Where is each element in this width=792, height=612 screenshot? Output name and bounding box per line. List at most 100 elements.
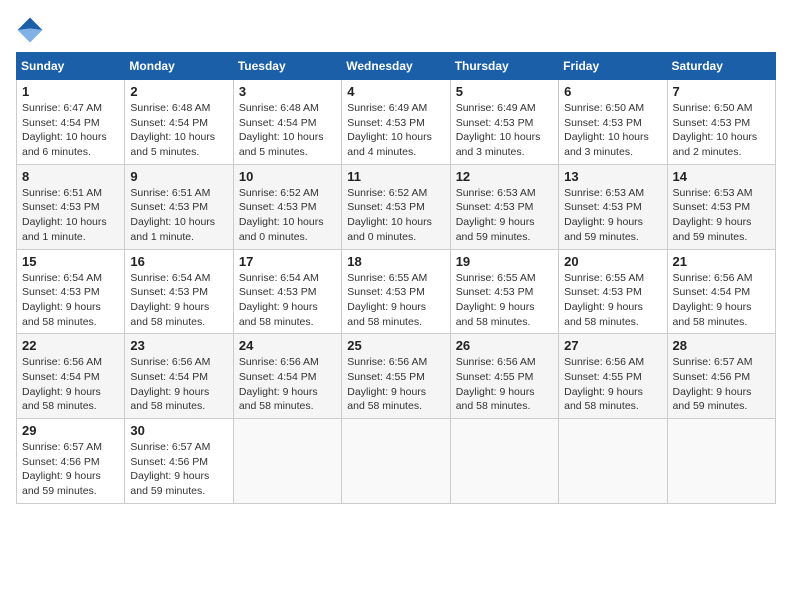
day-info: Sunrise: 6:57 AM Sunset: 4:56 PM Dayligh… <box>130 440 227 499</box>
day-number: 18 <box>347 254 444 269</box>
day-number: 27 <box>564 338 661 353</box>
calendar-cell: 25 Sunrise: 6:56 AM Sunset: 4:55 PM Dayli… <box>342 334 450 419</box>
calendar-cell: 14 Sunrise: 6:53 AM Sunset: 4:53 PM Dayli… <box>667 164 775 249</box>
calendar-cell: 1 Sunrise: 6:47 AM Sunset: 4:54 PM Daylig… <box>17 80 125 165</box>
calendar-cell: 15Sunrise: 6:54 AM Sunset: 4:53 PM Dayli… <box>17 249 125 334</box>
day-info: Sunrise: 6:54 AM Sunset: 4:53 PM Dayligh… <box>239 271 336 330</box>
logo-icon <box>16 16 44 44</box>
day-number: 13 <box>564 169 661 184</box>
day-info: Sunrise: 6:56 AM Sunset: 4:55 PM Dayligh… <box>564 355 661 414</box>
calendar-cell: 30 Sunrise: 6:57 AM Sunset: 4:56 PM Dayli… <box>125 419 233 504</box>
calendar-cell <box>667 419 775 504</box>
calendar-cell: 6 Sunrise: 6:50 AM Sunset: 4:53 PM Daylig… <box>559 80 667 165</box>
day-number: 29 <box>22 423 119 438</box>
day-info: Sunrise: 6:54 AM Sunset: 4:53 PM Dayligh… <box>130 271 227 330</box>
week-row-4: 22 Sunrise: 6:56 AM Sunset: 4:54 PM Dayli… <box>17 334 776 419</box>
day-info: Sunrise: 6:56 AM Sunset: 4:55 PM Dayligh… <box>456 355 553 414</box>
day-number: 11 <box>347 169 444 184</box>
week-row-2: 8 Sunrise: 6:51 AM Sunset: 4:53 PM Daylig… <box>17 164 776 249</box>
calendar-cell: 13 Sunrise: 6:53 AM Sunset: 4:53 PM Dayli… <box>559 164 667 249</box>
day-info: Sunrise: 6:49 AM Sunset: 4:53 PM Dayligh… <box>456 101 553 160</box>
calendar-cell: 9 Sunrise: 6:51 AM Sunset: 4:53 PM Daylig… <box>125 164 233 249</box>
day-number: 9 <box>130 169 227 184</box>
day-number: 16 <box>130 254 227 269</box>
day-info: Sunrise: 6:48 AM Sunset: 4:54 PM Dayligh… <box>239 101 336 160</box>
day-info: Sunrise: 6:55 AM Sunset: 4:53 PM Dayligh… <box>347 271 444 330</box>
day-info: Sunrise: 6:51 AM Sunset: 4:53 PM Dayligh… <box>22 186 119 245</box>
calendar-cell: 5Sunrise: 6:49 AM Sunset: 4:53 PM Daylig… <box>450 80 558 165</box>
calendar-table: SundayMondayTuesdayWednesdayThursdayFrid… <box>16 52 776 504</box>
weekday-header-friday: Friday <box>559 53 667 80</box>
calendar-cell: 21 Sunrise: 6:56 AM Sunset: 4:54 PM Dayli… <box>667 249 775 334</box>
day-number: 6 <box>564 84 661 99</box>
day-info: Sunrise: 6:53 AM Sunset: 4:53 PM Dayligh… <box>673 186 770 245</box>
weekday-header-tuesday: Tuesday <box>233 53 341 80</box>
day-info: Sunrise: 6:50 AM Sunset: 4:53 PM Dayligh… <box>673 101 770 160</box>
day-number: 10 <box>239 169 336 184</box>
day-number: 12 <box>456 169 553 184</box>
calendar-cell <box>342 419 450 504</box>
weekday-header-saturday: Saturday <box>667 53 775 80</box>
day-number: 23 <box>130 338 227 353</box>
calendar-cell: 7 Sunrise: 6:50 AM Sunset: 4:53 PM Daylig… <box>667 80 775 165</box>
day-number: 20 <box>564 254 661 269</box>
weekday-header-thursday: Thursday <box>450 53 558 80</box>
day-number: 3 <box>239 84 336 99</box>
day-number: 26 <box>456 338 553 353</box>
day-info: Sunrise: 6:56 AM Sunset: 4:55 PM Dayligh… <box>347 355 444 414</box>
day-info: Sunrise: 6:49 AM Sunset: 4:53 PM Dayligh… <box>347 101 444 160</box>
day-number: 22 <box>22 338 119 353</box>
day-info: Sunrise: 6:52 AM Sunset: 4:53 PM Dayligh… <box>239 186 336 245</box>
day-number: 4 <box>347 84 444 99</box>
day-number: 8 <box>22 169 119 184</box>
calendar-cell: 27 Sunrise: 6:56 AM Sunset: 4:55 PM Dayli… <box>559 334 667 419</box>
week-row-1: 1 Sunrise: 6:47 AM Sunset: 4:54 PM Daylig… <box>17 80 776 165</box>
day-number: 14 <box>673 169 770 184</box>
header <box>16 16 776 44</box>
day-info: Sunrise: 6:51 AM Sunset: 4:53 PM Dayligh… <box>130 186 227 245</box>
day-info: Sunrise: 6:47 AM Sunset: 4:54 PM Dayligh… <box>22 101 119 160</box>
calendar-cell: 11 Sunrise: 6:52 AM Sunset: 4:53 PM Dayli… <box>342 164 450 249</box>
calendar-cell: 18 Sunrise: 6:55 AM Sunset: 4:53 PM Dayli… <box>342 249 450 334</box>
day-number: 17 <box>239 254 336 269</box>
day-info: Sunrise: 6:50 AM Sunset: 4:53 PM Dayligh… <box>564 101 661 160</box>
day-number: 28 <box>673 338 770 353</box>
calendar-cell: 8 Sunrise: 6:51 AM Sunset: 4:53 PM Daylig… <box>17 164 125 249</box>
week-row-5: 29 Sunrise: 6:57 AM Sunset: 4:56 PM Dayli… <box>17 419 776 504</box>
weekday-header-row: SundayMondayTuesdayWednesdayThursdayFrid… <box>17 53 776 80</box>
day-number: 7 <box>673 84 770 99</box>
weekday-header-sunday: Sunday <box>17 53 125 80</box>
calendar-cell: 17 Sunrise: 6:54 AM Sunset: 4:53 PM Dayli… <box>233 249 341 334</box>
day-info: Sunrise: 6:56 AM Sunset: 4:54 PM Dayligh… <box>239 355 336 414</box>
day-info: Sunrise: 6:55 AM Sunset: 4:53 PM Dayligh… <box>564 271 661 330</box>
calendar-cell <box>559 419 667 504</box>
day-number: 19 <box>456 254 553 269</box>
calendar-cell: 22Sunrise: 6:56 AM Sunset: 4:54 PM Dayli… <box>17 334 125 419</box>
day-info: Sunrise: 6:53 AM Sunset: 4:53 PM Dayligh… <box>564 186 661 245</box>
day-info: Sunrise: 6:54 AM Sunset: 4:53 PM Dayligh… <box>22 271 119 330</box>
calendar-cell: 23 Sunrise: 6:56 AM Sunset: 4:54 PM Dayli… <box>125 334 233 419</box>
day-info: Sunrise: 6:56 AM Sunset: 4:54 PM Dayligh… <box>673 271 770 330</box>
day-info: Sunrise: 6:57 AM Sunset: 4:56 PM Dayligh… <box>673 355 770 414</box>
calendar-cell: 2Sunrise: 6:48 AM Sunset: 4:54 PM Daylig… <box>125 80 233 165</box>
calendar-cell: 16 Sunrise: 6:54 AM Sunset: 4:53 PM Dayli… <box>125 249 233 334</box>
day-info: Sunrise: 6:53 AM Sunset: 4:53 PM Dayligh… <box>456 186 553 245</box>
day-number: 1 <box>22 84 119 99</box>
calendar-cell: 26 Sunrise: 6:56 AM Sunset: 4:55 PM Dayli… <box>450 334 558 419</box>
calendar-cell <box>233 419 341 504</box>
calendar-cell: 28 Sunrise: 6:57 AM Sunset: 4:56 PM Dayli… <box>667 334 775 419</box>
day-number: 21 <box>673 254 770 269</box>
logo <box>16 16 48 44</box>
calendar-cell: 20 Sunrise: 6:55 AM Sunset: 4:53 PM Dayli… <box>559 249 667 334</box>
calendar-cell: 24Sunrise: 6:56 AM Sunset: 4:54 PM Dayli… <box>233 334 341 419</box>
calendar-cell: 29 Sunrise: 6:57 AM Sunset: 4:56 PM Dayli… <box>17 419 125 504</box>
day-info: Sunrise: 6:57 AM Sunset: 4:56 PM Dayligh… <box>22 440 119 499</box>
day-info: Sunrise: 6:56 AM Sunset: 4:54 PM Dayligh… <box>130 355 227 414</box>
day-number: 25 <box>347 338 444 353</box>
calendar-cell: 4 Sunrise: 6:49 AM Sunset: 4:53 PM Daylig… <box>342 80 450 165</box>
day-info: Sunrise: 6:52 AM Sunset: 4:53 PM Dayligh… <box>347 186 444 245</box>
day-number: 30 <box>130 423 227 438</box>
weekday-header-monday: Monday <box>125 53 233 80</box>
day-info: Sunrise: 6:55 AM Sunset: 4:53 PM Dayligh… <box>456 271 553 330</box>
calendar-cell <box>450 419 558 504</box>
